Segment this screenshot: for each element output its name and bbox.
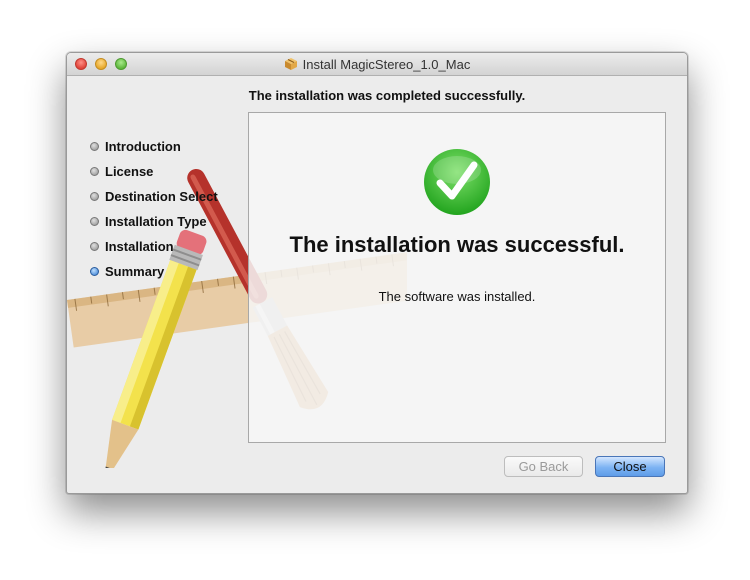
window-title: Install MagicStereo_1.0_Mac [302, 56, 471, 72]
success-message: The software was installed. [378, 289, 536, 304]
checkmark-icon [424, 149, 490, 215]
summary-content-panel: The installation was successful. The sof… [248, 112, 666, 443]
title-bar[interactable]: Install MagicStereo_1.0_Mac [67, 53, 687, 76]
step-label: Installation [105, 239, 174, 254]
step-indicator-dot [90, 192, 99, 201]
package-icon [284, 58, 297, 70]
step-label: License [105, 164, 154, 179]
step-installation-type: Installation Type [90, 209, 218, 234]
step-label: Destination Select [105, 189, 218, 204]
step-label: Introduction [105, 139, 181, 154]
installer-window: Install MagicStereo_1.0_Mac The installa… [66, 52, 688, 494]
step-indicator-dot [90, 242, 99, 251]
step-destination-select: Destination Select [90, 184, 218, 209]
step-indicator-dot [90, 217, 99, 226]
step-introduction: Introduction [90, 134, 218, 159]
install-steps-list: Introduction License Destination Select … [90, 134, 218, 284]
close-button[interactable]: Close [595, 456, 665, 477]
step-license: License [90, 159, 218, 184]
step-label: Summary [105, 264, 165, 279]
header-message: The installation was completed successfu… [248, 88, 526, 103]
go-back-button[interactable]: Go Back [504, 456, 583, 477]
window-title-group: Install MagicStereo_1.0_Mac [67, 53, 687, 75]
success-title: The installation was successful. [289, 232, 625, 257]
step-installation: Installation [90, 234, 218, 259]
step-summary: Summary [90, 259, 218, 284]
step-indicator-dot [90, 167, 99, 176]
step-indicator-dot-active [90, 267, 99, 276]
step-indicator-dot [90, 142, 99, 151]
step-label: Installation Type [105, 214, 207, 229]
